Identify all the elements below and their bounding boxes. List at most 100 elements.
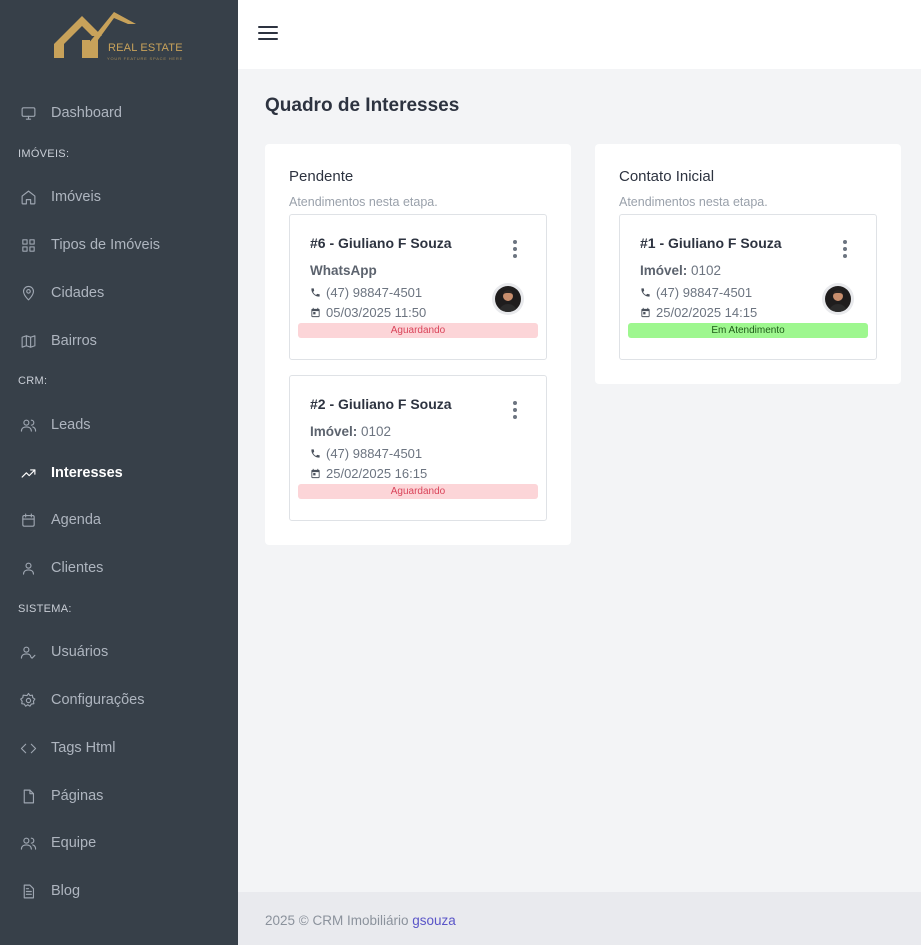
- sidebar-item-tipos-de-imoveis[interactable]: Tipos de Imóveis: [0, 227, 238, 263]
- lead-card[interactable]: #2 - Giuliano F Souza Imóvel: 0102 (47) …: [289, 375, 547, 521]
- phone-icon: [311, 288, 320, 297]
- status-badge: Em Atendimento: [628, 323, 868, 338]
- footer-author-link[interactable]: gsouza: [412, 913, 456, 928]
- property-label: Imóvel:: [310, 424, 358, 439]
- sidebar-item-label: Tags Html: [51, 740, 116, 756]
- section-label-sistema: SISTEMA:: [18, 603, 72, 615]
- section-label-crm: CRM:: [18, 375, 48, 387]
- sidebar-item-equipe[interactable]: Equipe: [0, 825, 238, 861]
- avatar[interactable]: [822, 283, 854, 315]
- house-logo-icon: [54, 12, 136, 58]
- more-options-icon[interactable]: [842, 240, 848, 258]
- avatar-photo: [825, 286, 851, 312]
- sidebar-item-agenda[interactable]: Agenda: [0, 502, 238, 538]
- sidebar-item-dashboard[interactable]: Dashboard: [0, 95, 238, 131]
- brand-logo[interactable]: REAL ESTATE YOUR FEATURE SPACE HERE: [52, 10, 184, 62]
- phone-icon: [311, 449, 320, 458]
- sidebar-item-label: Leads: [51, 417, 91, 433]
- sidebar-item-bairros[interactable]: Bairros: [0, 323, 238, 359]
- sidebar-item-label: Bairros: [51, 333, 97, 349]
- column-subtitle: Atendimentos nesta etapa.: [289, 195, 438, 209]
- sidebar: REAL ESTATE YOUR FEATURE SPACE HERE Dash…: [0, 0, 238, 945]
- card-title: #1 - Giuliano F Souza: [640, 235, 782, 251]
- date-text: 05/03/2025 11:50: [326, 305, 427, 320]
- property-label: Imóvel:: [640, 263, 688, 278]
- date-text: 25/02/2025 16:15: [326, 466, 428, 481]
- lead-card[interactable]: #1 - Giuliano F Souza Imóvel: 0102 (47) …: [619, 214, 877, 360]
- kanban-column-pendente: Pendente Atendimentos nesta etapa. #6 - …: [265, 144, 571, 545]
- more-options-icon[interactable]: [512, 401, 518, 419]
- home-icon: [20, 189, 37, 206]
- users-icon: [20, 417, 37, 434]
- menu-toggle-button[interactable]: [258, 25, 278, 41]
- card-date: 25/02/2025 16:15: [310, 466, 427, 481]
- calendar-icon: [641, 307, 650, 318]
- avatar[interactable]: [492, 283, 524, 315]
- page-title: Quadro de Interesses: [265, 95, 460, 116]
- sidebar-item-label: Blog: [51, 883, 81, 899]
- sidebar-item-cidades[interactable]: Cidades: [0, 275, 238, 311]
- phone-text: (47) 98847-4501: [656, 285, 753, 300]
- calendar-icon: [311, 307, 320, 318]
- footer: 2025 © CRM Imobiliário gsouza: [238, 892, 921, 945]
- sidebar-item-label: Configurações: [51, 692, 145, 708]
- card-title: #6 - Giuliano F Souza: [310, 235, 452, 251]
- card-phone: (47) 98847-4501: [310, 285, 422, 300]
- calendar-icon: [311, 468, 320, 479]
- topbar: [238, 0, 921, 69]
- status-badge: Aguardando: [298, 484, 538, 499]
- lead-card[interactable]: #6 - Giuliano F Souza WhatsApp (47) 9884…: [289, 214, 547, 360]
- sidebar-item-label: Tipos de Imóveis: [51, 237, 161, 253]
- card-source: WhatsApp: [310, 263, 377, 278]
- map-pin-icon: [20, 285, 37, 302]
- source-value: WhatsApp: [310, 263, 377, 278]
- brand-tagline: YOUR FEATURE SPACE HERE: [107, 56, 184, 61]
- team-icon: [20, 835, 37, 852]
- phone-text: (47) 98847-4501: [326, 285, 423, 300]
- sidebar-item-tags-html[interactable]: Tags Html: [0, 730, 238, 766]
- brand-name: REAL ESTATE: [108, 42, 183, 54]
- sidebar-item-imoveis[interactable]: Imóveis: [0, 179, 238, 215]
- phone-icon: [641, 288, 650, 297]
- card-property: Imóvel: 0102: [640, 263, 721, 278]
- grid-icon: [20, 237, 37, 254]
- sidebar-item-paginas[interactable]: Páginas: [0, 778, 238, 814]
- property-value: 0102: [687, 263, 722, 278]
- sidebar-item-label: Interesses: [51, 465, 123, 481]
- code-icon: [20, 740, 37, 757]
- card-date: 25/02/2025 14:15: [640, 305, 757, 320]
- card-phone: (47) 98847-4501: [310, 446, 422, 461]
- sidebar-item-label: Dashboard: [51, 105, 122, 121]
- property-value: 0102: [357, 424, 392, 439]
- sidebar-item-usuarios[interactable]: Usuários: [0, 634, 238, 670]
- sidebar-item-clientes[interactable]: Clientes: [0, 550, 238, 586]
- file-icon: [20, 788, 37, 805]
- sidebar-item-leads[interactable]: Leads: [0, 407, 238, 443]
- card-title: #2 - Giuliano F Souza: [310, 396, 452, 412]
- sidebar-item-blog[interactable]: Blog: [0, 873, 238, 909]
- map-icon: [20, 333, 37, 350]
- copyright-text: 2025 © CRM Imobiliário: [265, 913, 413, 928]
- sidebar-item-label: Equipe: [51, 835, 97, 851]
- more-options-icon[interactable]: [512, 240, 518, 258]
- sidebar-item-configuracoes[interactable]: Configurações: [0, 682, 238, 718]
- card-date: 05/03/2025 11:50: [310, 305, 426, 320]
- sidebar-item-label: Páginas: [51, 788, 104, 804]
- trending-up-icon: [20, 465, 37, 482]
- section-label-imoveis: IMÓVEIS:: [18, 148, 70, 160]
- gear-icon: [20, 692, 37, 709]
- column-subtitle: Atendimentos nesta etapa.: [619, 195, 768, 209]
- card-phone: (47) 98847-4501: [640, 285, 752, 300]
- column-title: Pendente: [289, 168, 354, 185]
- sidebar-item-interesses[interactable]: Interesses: [0, 455, 238, 491]
- footer-text: 2025 © CRM Imobiliário gsouza: [265, 913, 456, 928]
- user-check-icon: [20, 644, 37, 661]
- kanban-column-contato-inicial: Contato Inicial Atendimentos nesta etapa…: [595, 144, 901, 384]
- avatar-photo: [495, 286, 521, 312]
- sidebar-item-label: Cidades: [51, 285, 105, 301]
- calendar-icon: [20, 512, 37, 529]
- sidebar-item-label: Imóveis: [51, 189, 101, 205]
- card-property: Imóvel: 0102: [310, 424, 391, 439]
- phone-text: (47) 98847-4501: [326, 446, 423, 461]
- sidebar-item-label: Clientes: [51, 560, 104, 576]
